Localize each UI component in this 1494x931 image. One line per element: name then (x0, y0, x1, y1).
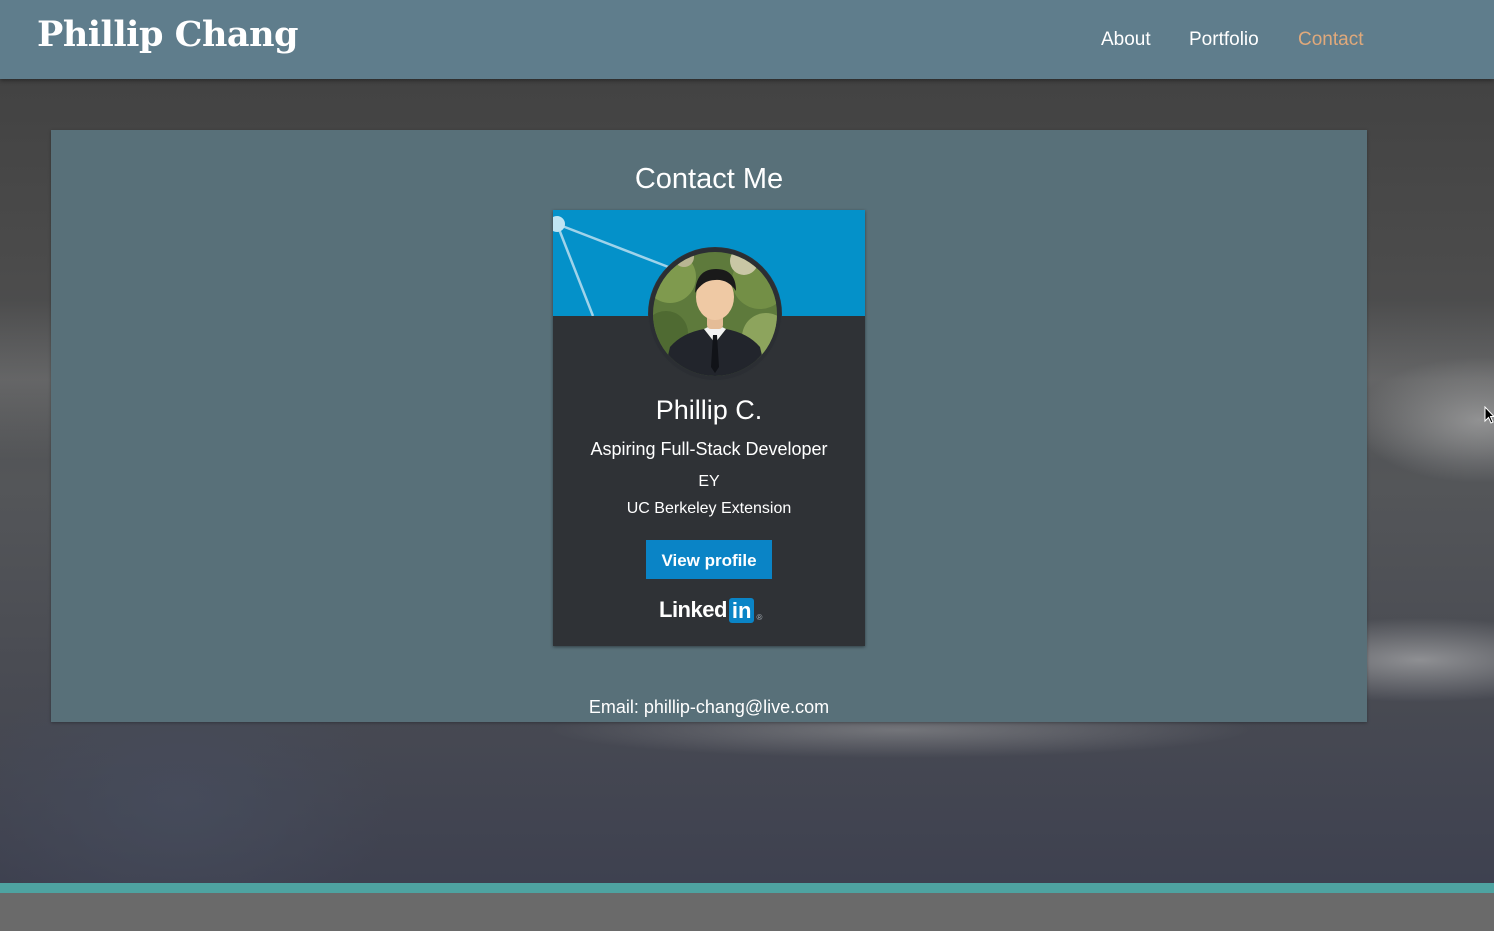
site-footer (0, 893, 1494, 931)
contact-title: Contact Me (634, 163, 784, 195)
nav-contact[interactable]: Contact (1298, 29, 1363, 51)
person-avatar-icon (649, 248, 781, 380)
site-header: Phillip Chang About Portfolio Contact (0, 0, 1494, 79)
profile-headline: Aspiring Full-Stack Developer (590, 439, 828, 459)
nav-portfolio[interactable]: Portfolio (1189, 29, 1259, 51)
profile-name: Phillip C. (655, 395, 763, 425)
profile-school: UC Berkeley Extension (626, 500, 792, 517)
footer-accent-bar (0, 883, 1494, 893)
profile-company: EY (698, 473, 720, 490)
page: Phillip Chang About Portfolio Contact Co… (0, 0, 1494, 931)
view-profile-button[interactable]: View profile (646, 540, 772, 579)
linkedin-logo[interactable]: Linked in ® (659, 596, 762, 624)
linkedin-logo-box: in (728, 597, 755, 623)
contact-email: Email: phillip-chang@live.com (588, 697, 830, 717)
mouse-pointer-icon (1484, 406, 1494, 424)
site-brand[interactable]: Phillip Chang (37, 14, 299, 55)
registered-mark: ® (756, 613, 763, 622)
linkedin-logo-word: Linked (659, 597, 727, 623)
profile-photo (648, 247, 782, 381)
nav-about[interactable]: About (1101, 29, 1151, 51)
linkedin-badge-card: Phillip C. Aspiring Full-Stack Developer… (553, 210, 865, 646)
